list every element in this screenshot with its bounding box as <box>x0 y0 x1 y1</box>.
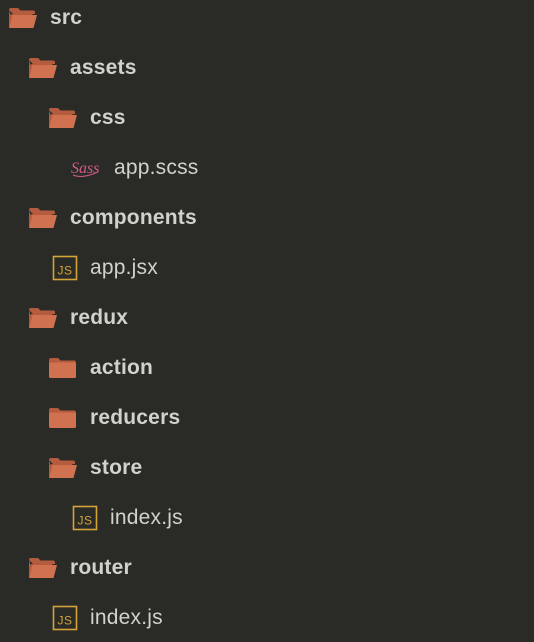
file-label: index.js <box>90 606 163 629</box>
svg-text:JS: JS <box>57 264 72 278</box>
folder-closed-icon <box>48 357 78 379</box>
folder-open-icon <box>28 557 58 579</box>
svg-text:JS: JS <box>77 514 92 528</box>
folder-label: action <box>90 356 154 379</box>
folder-label: src <box>50 6 83 29</box>
folder-item-assets[interactable]: assets <box>0 43 534 93</box>
folder-item-src[interactable]: src <box>0 0 534 43</box>
file-item-app-jsx[interactable]: JS app.jsx <box>0 243 534 293</box>
file-label: index.js <box>110 506 183 529</box>
folder-item-css[interactable]: css <box>0 93 534 143</box>
js-file-icon: JS <box>52 255 78 281</box>
folder-item-reducers[interactable]: reducers <box>0 393 534 443</box>
folder-label: assets <box>70 56 137 79</box>
file-label: app.scss <box>114 156 199 179</box>
folder-closed-icon <box>48 407 78 429</box>
folder-item-redux[interactable]: redux <box>0 293 534 343</box>
js-file-icon: JS <box>72 505 98 531</box>
folder-open-icon <box>28 307 58 329</box>
file-item-app-scss[interactable]: Sass app.scss <box>0 143 534 193</box>
folder-label: css <box>90 106 126 129</box>
folder-open-icon <box>28 207 58 229</box>
folder-label: redux <box>70 306 129 329</box>
folder-label: router <box>70 556 132 579</box>
js-file-icon: JS <box>52 605 78 631</box>
file-item-index-js[interactable]: JS index.js <box>0 493 534 543</box>
folder-label: components <box>70 206 197 229</box>
folder-item-components[interactable]: components <box>0 193 534 243</box>
folder-open-icon <box>8 7 38 29</box>
folder-item-store[interactable]: store <box>0 443 534 493</box>
folder-open-icon <box>48 107 78 129</box>
folder-item-action[interactable]: action <box>0 343 534 393</box>
file-tree: src assets css Sass app.scss components JS app.… <box>0 0 534 642</box>
sass-icon: Sass <box>70 155 102 181</box>
folder-open-icon <box>48 457 78 479</box>
file-item-index-js[interactable]: JS index.js <box>0 593 534 642</box>
svg-text:JS: JS <box>57 614 72 628</box>
file-label: app.jsx <box>90 256 158 279</box>
folder-item-router[interactable]: router <box>0 543 534 593</box>
folder-label: store <box>90 456 143 479</box>
folder-open-icon <box>28 57 58 79</box>
folder-label: reducers <box>90 406 181 429</box>
svg-text:Sass: Sass <box>71 160 99 177</box>
